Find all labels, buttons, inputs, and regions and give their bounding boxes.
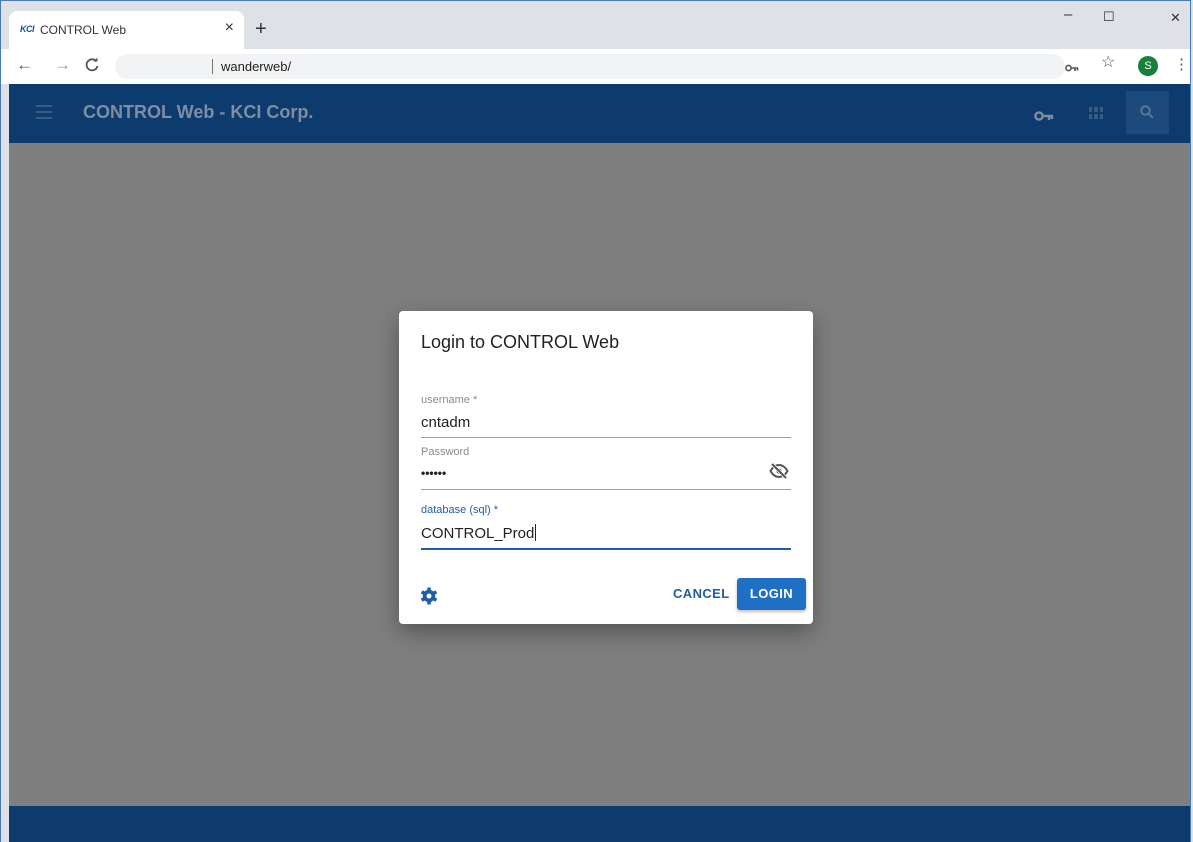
username-label: username *	[421, 394, 478, 406]
tab-close-icon[interactable]: ×	[225, 20, 234, 36]
hamburger-menu-icon[interactable]	[36, 105, 52, 123]
key-icon[interactable]	[1034, 109, 1054, 127]
forward-arrow-icon[interactable]: →	[54, 55, 71, 75]
address-text: wanderweb/	[221, 59, 292, 74]
back-arrow-icon[interactable]: ←	[16, 55, 33, 75]
app-bar: CONTROL Web - KCI Corp.	[9, 84, 1190, 143]
login-button[interactable]: LOGIN	[737, 578, 806, 610]
database-label: database (sql) *	[421, 504, 499, 516]
browser-menu-icon[interactable]: ⋮	[1174, 56, 1189, 74]
settings-gear-icon[interactable]	[420, 587, 438, 610]
close-window-icon[interactable]: ✕	[1170, 10, 1181, 25]
database-value: CONTROL_Prod	[421, 525, 535, 542]
password-key-icon[interactable]	[1065, 60, 1079, 78]
app-viewport: CONTROL Web - KCI Corp. Login to CONTROL…	[9, 84, 1190, 842]
search-button[interactable]	[1126, 91, 1169, 134]
app-footer-bar	[9, 806, 1190, 842]
database-input: CONTROL_Prod	[421, 524, 791, 542]
password-value: ••••••	[421, 466, 447, 480]
omnibox-separator	[212, 59, 213, 74]
password-field[interactable]: Password ••••••	[421, 446, 791, 490]
tab-strip: KCI CONTROL Web × + – ☐ ✕	[1, 1, 1190, 49]
kci-favicon-icon: KCI	[20, 24, 35, 34]
app-title: CONTROL Web - KCI Corp.	[83, 102, 314, 122]
username-value: cntadm	[421, 414, 471, 431]
bookmark-star-icon[interactable]: ☆	[1101, 55, 1115, 71]
grid-view-icon[interactable]	[1089, 107, 1103, 119]
login-dialog: Login to CONTROL Web username * cntadm P…	[399, 311, 813, 624]
new-tab-icon[interactable]: +	[255, 19, 267, 39]
maximize-icon[interactable]: ☐	[1103, 9, 1115, 24]
database-field[interactable]: database (sql) * CONTROL_Prod	[421, 504, 791, 550]
cancel-button[interactable]: CANCEL	[673, 586, 730, 601]
tab-title: CONTROL Web	[40, 23, 127, 37]
browser-tab[interactable]: KCI CONTROL Web ×	[9, 11, 244, 49]
dialog-title: Login to CONTROL Web	[421, 332, 620, 352]
reload-icon[interactable]	[84, 57, 100, 78]
database-underline	[421, 548, 791, 550]
address-bar[interactable]: wanderweb/	[115, 54, 1065, 79]
username-field[interactable]: username * cntadm	[421, 394, 791, 438]
minimize-icon[interactable]: –	[1064, 7, 1072, 22]
browser-window: KCI CONTROL Web × + – ☐ ✕ ← → wanderweb/…	[0, 0, 1191, 842]
text-caret	[535, 524, 537, 541]
browser-toolbar: ← → wanderweb/ ☆ S ⋮	[1, 49, 1190, 84]
profile-avatar[interactable]: S	[1138, 56, 1158, 76]
username-underline	[421, 437, 791, 438]
search-icon	[1140, 105, 1154, 124]
password-label: Password	[421, 446, 470, 458]
visibility-off-icon[interactable]	[769, 462, 789, 484]
password-underline	[421, 489, 791, 490]
